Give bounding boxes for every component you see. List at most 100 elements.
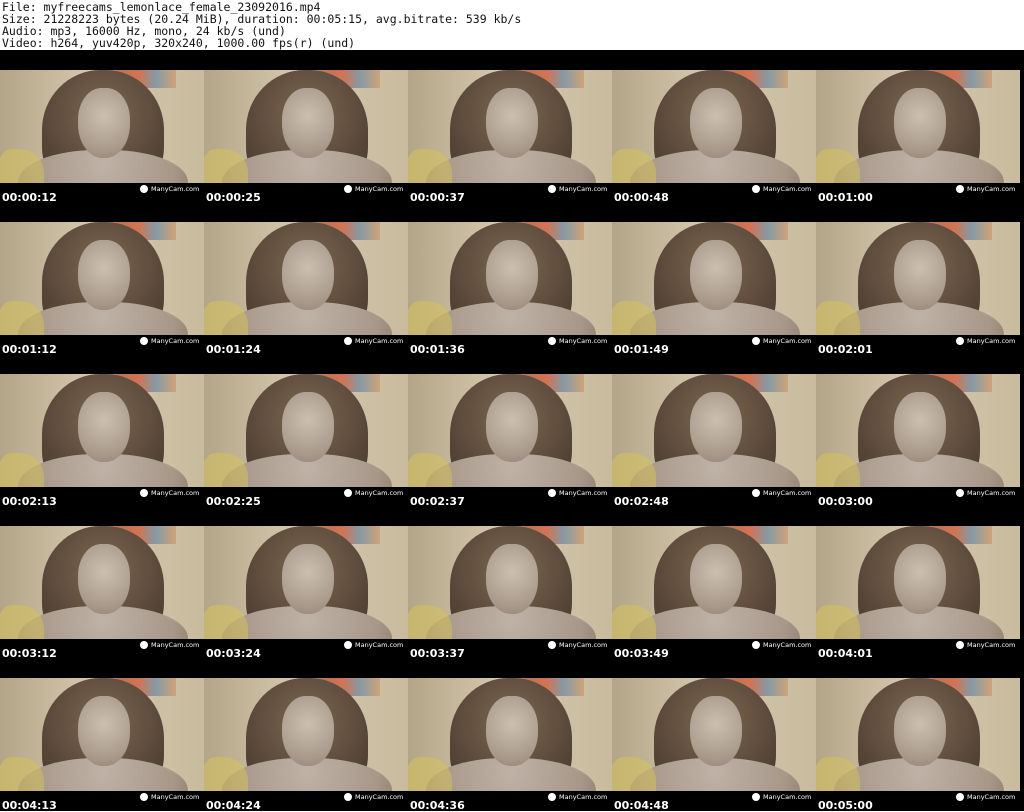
watermark-text: ManyCam.com (967, 337, 1016, 345)
thumbnail: 00:05:00 ManyCam.com (816, 658, 1020, 812)
watermark-text: ManyCam.com (151, 489, 200, 497)
watermark: ManyCam.com (548, 489, 607, 497)
manycam-logo-icon (140, 793, 148, 801)
thumbnail: 00:02:48 ManyCam.com (612, 354, 816, 508)
timestamp-label: 00:04:48 (614, 799, 669, 812)
watermark-text: ManyCam.com (355, 489, 404, 497)
video-frame (0, 678, 204, 791)
thumbnail: 00:02:01 ManyCam.com (816, 202, 1020, 356)
watermark-text: ManyCam.com (763, 489, 812, 497)
thumbnail: 00:03:24 ManyCam.com (204, 506, 408, 660)
watermark: ManyCam.com (140, 641, 199, 649)
thumbnail: 00:01:12 ManyCam.com (0, 202, 204, 356)
watermark: ManyCam.com (956, 489, 1015, 497)
thumbnail: 00:04:13 ManyCam.com (0, 658, 204, 812)
timestamp-label: 00:04:36 (410, 799, 465, 812)
watermark: ManyCam.com (548, 337, 607, 345)
video-frame (204, 222, 408, 335)
video-frame (816, 70, 1020, 183)
thumbnail: 00:00:48 ManyCam.com (612, 50, 816, 204)
watermark: ManyCam.com (752, 489, 811, 497)
video-frame (204, 526, 408, 639)
video-frame (0, 70, 204, 183)
video-frame (0, 374, 204, 487)
watermark-text: ManyCam.com (967, 185, 1016, 193)
thumbnail: 00:01:36 ManyCam.com (408, 202, 612, 356)
video-frame (204, 70, 408, 183)
watermark-text: ManyCam.com (967, 793, 1016, 801)
watermark-text: ManyCam.com (355, 641, 404, 649)
timestamp-label: 00:04:24 (206, 799, 261, 812)
watermark: ManyCam.com (140, 793, 199, 801)
video-frame (612, 374, 816, 487)
watermark: ManyCam.com (752, 337, 811, 345)
video-frame (408, 526, 612, 639)
watermark-text: ManyCam.com (355, 337, 404, 345)
video-frame (612, 70, 816, 183)
timestamp-label: 00:05:00 (818, 799, 873, 812)
watermark-text: ManyCam.com (151, 641, 200, 649)
thumbnail: 00:01:00 ManyCam.com (816, 50, 1020, 204)
watermark: ManyCam.com (956, 793, 1015, 801)
watermark: ManyCam.com (956, 185, 1015, 193)
video-frame (204, 678, 408, 791)
watermark-text: ManyCam.com (559, 489, 608, 497)
video-frame (0, 526, 204, 639)
video-frame (408, 70, 612, 183)
video-frame (816, 526, 1020, 639)
manycam-logo-icon (140, 185, 148, 193)
watermark-text: ManyCam.com (967, 489, 1016, 497)
video-frame (408, 374, 612, 487)
watermark: ManyCam.com (548, 793, 607, 801)
video-frame (612, 678, 816, 791)
watermark-text: ManyCam.com (967, 641, 1016, 649)
watermark-text: ManyCam.com (151, 337, 200, 345)
manycam-logo-icon (752, 337, 760, 345)
manycam-logo-icon (956, 641, 964, 649)
watermark-text: ManyCam.com (763, 641, 812, 649)
thumbnail: 00:01:24 ManyCam.com (204, 202, 408, 356)
thumbnail: 00:02:25 ManyCam.com (204, 354, 408, 508)
video-info-line: Video: h264, yuv420p, 320x240, 1000.00 f… (2, 36, 356, 50)
watermark: ManyCam.com (140, 337, 199, 345)
watermark: ManyCam.com (344, 185, 403, 193)
thumbnail: 00:04:48 ManyCam.com (612, 658, 816, 812)
video-frame (612, 222, 816, 335)
thumbnail: 00:01:49 ManyCam.com (612, 202, 816, 356)
manycam-logo-icon (548, 185, 556, 193)
watermark-text: ManyCam.com (559, 337, 608, 345)
watermark-text: ManyCam.com (559, 793, 608, 801)
watermark: ManyCam.com (548, 185, 607, 193)
file-info-header: File: myfreecams_lemonlace_female_230920… (0, 0, 1024, 50)
video-frame (204, 374, 408, 487)
manycam-logo-icon (548, 489, 556, 497)
video-frame (816, 222, 1020, 335)
thumbnail: 00:04:01 ManyCam.com (816, 506, 1020, 660)
thumbnail: 00:03:49 ManyCam.com (612, 506, 816, 660)
watermark: ManyCam.com (956, 337, 1015, 345)
thumbnail: 00:03:00 ManyCam.com (816, 354, 1020, 508)
manycam-logo-icon (344, 641, 352, 649)
video-frame (408, 678, 612, 791)
watermark-text: ManyCam.com (355, 185, 404, 193)
watermark: ManyCam.com (752, 641, 811, 649)
manycam-logo-icon (752, 793, 760, 801)
video-frame (612, 526, 816, 639)
thumbnail: 00:00:25 ManyCam.com (204, 50, 408, 204)
watermark: ManyCam.com (140, 489, 199, 497)
manycam-logo-icon (344, 337, 352, 345)
video-frame (816, 678, 1020, 791)
watermark-text: ManyCam.com (151, 185, 200, 193)
thumbnail: 00:03:12 ManyCam.com (0, 506, 204, 660)
manycam-logo-icon (344, 793, 352, 801)
manycam-logo-icon (956, 793, 964, 801)
watermark: ManyCam.com (548, 641, 607, 649)
thumbnail: 00:00:37 ManyCam.com (408, 50, 612, 204)
manycam-logo-icon (344, 489, 352, 497)
watermark: ManyCam.com (752, 793, 811, 801)
video-frame (816, 374, 1020, 487)
manycam-logo-icon (140, 489, 148, 497)
thumbnail: 00:02:13 ManyCam.com (0, 354, 204, 508)
watermark-text: ManyCam.com (763, 185, 812, 193)
manycam-logo-icon (752, 489, 760, 497)
